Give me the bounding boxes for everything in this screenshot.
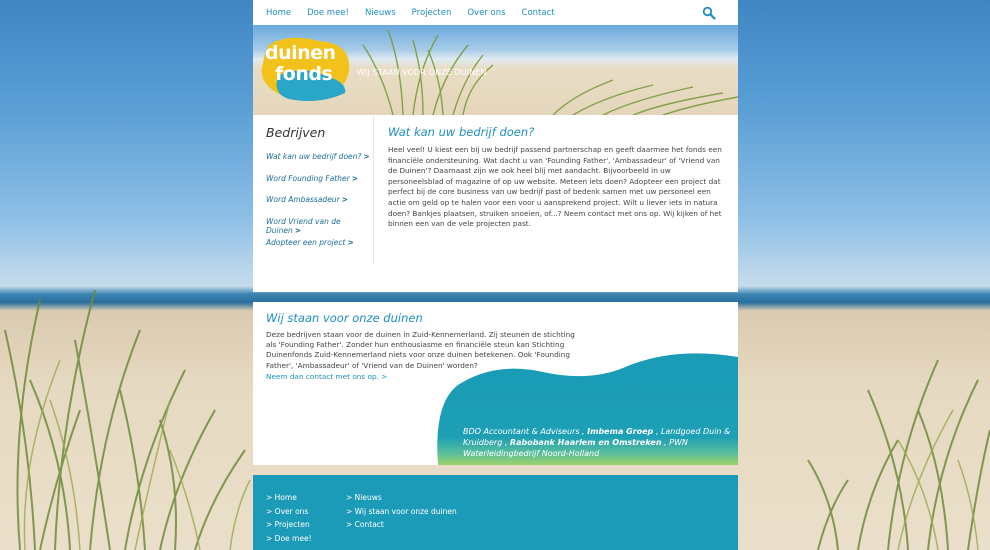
footer-link-projecten[interactable]: > Projecten	[266, 520, 312, 534]
nav-nieuws[interactable]: Nieuws	[365, 8, 396, 18]
top-navigation: Home Doe mee! Nieuws Projecten Over ons …	[253, 0, 738, 25]
sidebar: Bedrijven Wat kan uw bedrijf doen? > Word…	[253, 115, 374, 265]
tagline: WIJ STAAN VOOR ONZE DUINEN	[357, 68, 487, 77]
content-body: Heel veel! U kiest een bij uw bedrijf pa…	[388, 145, 722, 229]
sponsor-rabobank[interactable]: Rabobank Haarlem en Omstreken	[510, 438, 662, 447]
sidebar-item-adopteer-een-project[interactable]: Adopteer een project >	[266, 238, 373, 260]
footer-link-contact[interactable]: > Contact	[346, 520, 457, 534]
content-panel: Bedrijven Wat kan uw bedrijf doen? > Word…	[253, 115, 738, 292]
chevron-right-icon: >	[363, 152, 370, 161]
footer-link-nieuws[interactable]: > Nieuws	[346, 493, 457, 507]
sidebar-item-label: Adopteer een project	[266, 238, 346, 247]
logo-line-2: fonds	[275, 63, 333, 85]
page-title: Wat kan uw bedrijf doen?	[388, 125, 535, 139]
sidebar-item-wat-kan-uw-bedrijf-doen[interactable]: Wat kan uw bedrijf doen? >	[266, 152, 373, 174]
sponsor-bdo[interactable]: BDO Accountant & Adviseurs	[463, 427, 580, 436]
nav-projecten[interactable]: Projecten	[412, 8, 452, 18]
footer-link-home[interactable]: > Home	[266, 493, 312, 507]
nav-over-ons[interactable]: Over ons	[467, 8, 505, 18]
sidebar-item-founding-father[interactable]: Word Founding Father >	[266, 174, 373, 196]
sidebar-item-ambassadeur[interactable]: Word Ambassadeur >	[266, 195, 373, 217]
nav-home[interactable]: Home	[266, 8, 291, 18]
footer-link-wij-staan[interactable]: > Wij staan voor onze duinen	[346, 507, 457, 521]
sidebar-title: Bedrijven	[266, 125, 326, 140]
sidebar-item-label: Word Vriend van de Duinen	[266, 216, 341, 235]
sponsors-section: Wij staan voor onze duinen Deze bedrijve…	[253, 302, 738, 465]
dune-grass-left	[4, 289, 251, 550]
hero-banner: duinen fonds WIJ STAAN VOOR ONZE DUINEN	[253, 25, 738, 115]
chevron-right-icon: >	[294, 225, 302, 235]
chevron-right-icon: >	[351, 173, 358, 183]
nav-doe-mee[interactable]: Doe mee!	[307, 8, 349, 18]
logo-line-1: duinen	[265, 42, 336, 64]
chevron-right-icon: >	[341, 195, 348, 204]
footer-column-2: > Nieuws > Wij staan voor onze duinen > …	[346, 493, 457, 534]
section-title: Wij staan voor onze duinen	[266, 311, 423, 325]
sidebar-item-vriend-van-de-duinen[interactable]: Word Vriend van de Duinen >	[266, 217, 373, 239]
search-icon[interactable]	[702, 6, 716, 20]
nav-contact[interactable]: Contact	[522, 8, 555, 18]
footer-link-over-ons[interactable]: > Over ons	[266, 507, 312, 521]
footer-column-1: > Home > Over ons > Projecten > Doe mee!	[266, 493, 312, 547]
sidebar-item-label: Word Founding Father	[266, 173, 350, 183]
chevron-right-icon: >	[347, 238, 354, 247]
sidebar-item-label: Wat kan uw bedrijf doen?	[266, 152, 362, 161]
sponsor-imbema[interactable]: Imbema Groep	[587, 427, 653, 436]
sidebar-item-label: Word Ambassadeur	[266, 195, 340, 204]
section-body: Deze bedrijven staan voor de duinen in Z…	[266, 330, 575, 370]
footer-link-doe-mee[interactable]: > Doe mee!	[266, 534, 312, 548]
footer: > Home > Over ons > Projecten > Doe mee!…	[253, 475, 738, 550]
contact-link[interactable]: Neem dan contact met ons op. >	[266, 372, 387, 381]
sponsor-list: BDO Accountant & Adviseurs , Imbema Groe…	[463, 427, 731, 458]
dune-grass-right	[807, 359, 990, 550]
main-content: Wat kan uw bedrijf doen? Heel veel! U ki…	[388, 125, 723, 230]
